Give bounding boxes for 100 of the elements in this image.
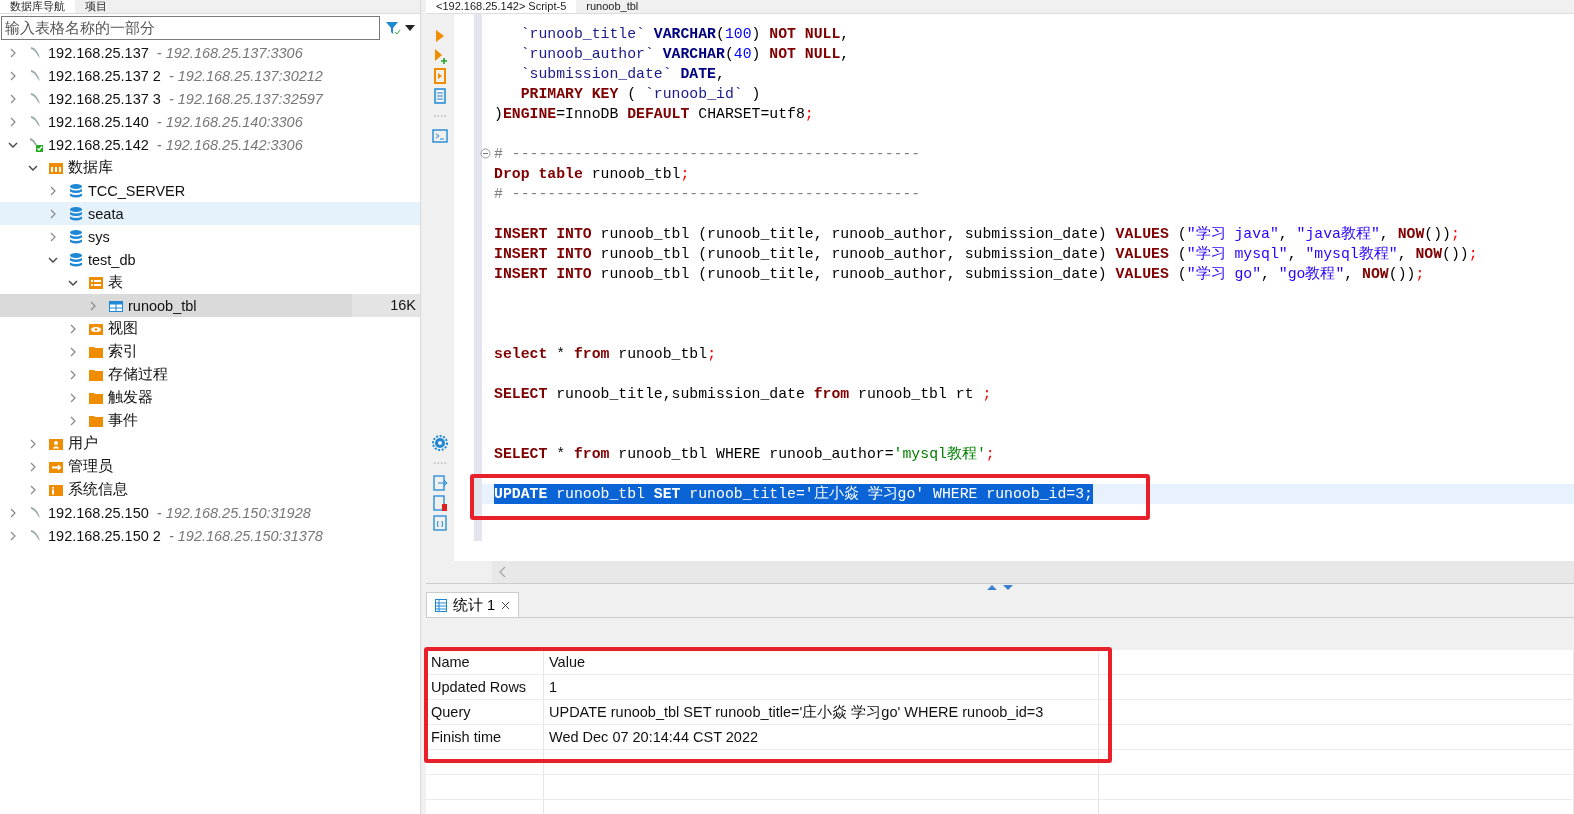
connection-address: - 192.168.25.137:32597 — [168, 90, 323, 107]
editor-tab[interactable]: <192.168.25.142> Script-5 — [426, 0, 577, 13]
export-icon[interactable] — [432, 475, 448, 491]
tree-item-label: 192.168.25.142 — [48, 136, 149, 153]
tree-item[interactable]: 192.168.25.142 - 192.168.25.142:3306 — [0, 133, 420, 156]
document-error-icon[interactable] — [432, 495, 448, 511]
column-header: Name — [426, 650, 544, 674]
chevron-right-icon[interactable] — [28, 438, 38, 449]
tree-item-label: 192.168.25.137 — [48, 44, 149, 61]
tree-item[interactable]: 192.168.25.150 - 192.168.25.150:31928 — [0, 501, 420, 524]
tree-item[interactable]: seata — [0, 202, 420, 225]
tree-item[interactable]: sys — [0, 225, 420, 248]
tree-item-label: 视图 — [108, 319, 138, 338]
tree-item[interactable]: 192.168.25.150 2 - 192.168.25.150:31378 — [0, 524, 420, 547]
chevron-right-icon[interactable] — [48, 185, 58, 196]
tree-item[interactable]: 192.168.25.140 - 192.168.25.140:3306 — [0, 110, 420, 133]
connection-address: - 192.168.25.150:31378 — [168, 527, 323, 544]
tree-item[interactable]: 数据库 — [0, 156, 420, 179]
tree-item[interactable]: TCC_SERVER — [0, 179, 420, 202]
code-line: `submission_date` DATE, — [519, 65, 725, 84]
grid-icon — [435, 598, 447, 612]
connection-address: - 192.168.25.142:3306 — [156, 136, 303, 153]
tree-item-label: 192.168.25.150 2 — [48, 527, 161, 544]
tree-item-label: 事件 — [108, 411, 138, 430]
tree-item[interactable]: 存储过程 — [0, 363, 420, 386]
code-line: SELECT runoob_title,submission_date from runoob_tbl rt ; — [494, 385, 992, 404]
tree-item[interactable]: runoob_tbl 16K — [0, 294, 420, 317]
code-line: Drop table runoob_tbl; — [494, 165, 690, 184]
chevron-right-icon[interactable] — [28, 484, 38, 495]
tree-item[interactable]: 触发器 — [0, 386, 420, 409]
chevron-right-icon[interactable] — [8, 530, 18, 541]
tree-item[interactable]: 事件 — [0, 409, 420, 432]
chevron-right-icon[interactable] — [48, 231, 58, 242]
tree-item[interactable]: 表 — [0, 271, 420, 294]
tree-item-label: 192.168.25.137 2 — [48, 67, 161, 84]
chevron-right-icon[interactable] — [8, 47, 18, 58]
tree-item[interactable]: 视图 — [0, 317, 420, 340]
table-folder-icon — [88, 274, 104, 291]
tree-item-label: 索引 — [108, 342, 138, 361]
column-header: Value — [544, 650, 1099, 674]
code-line: # ---------------------------------------------- — [494, 185, 921, 204]
database-icon — [68, 182, 84, 199]
code-line: `runoob_title` VARCHAR(100) NOT NULL, — [519, 25, 850, 44]
chevron-right-icon[interactable] — [28, 461, 38, 472]
tree-item[interactable]: 索引 — [0, 340, 420, 363]
tree-item-label: 用户 — [68, 434, 98, 453]
chevron-right-icon[interactable] — [8, 116, 18, 127]
tree-item-label: 系统信息 — [68, 480, 128, 499]
panel-tab[interactable]: 数据库导航 — [0, 0, 75, 13]
tree-item[interactable]: 192.168.25.137 2 - 192.168.25.137:30212 — [0, 64, 420, 87]
database-icon — [68, 228, 84, 245]
settings-icon[interactable] — [432, 435, 448, 451]
chevron-right-icon[interactable] — [8, 507, 18, 518]
tree-item-label: 触发器 — [108, 388, 153, 407]
terminal-icon[interactable] — [432, 128, 448, 144]
tree-item-label: 表 — [108, 273, 123, 292]
tree-item[interactable]: 192.168.25.137 - 192.168.25.137:3306 — [0, 41, 420, 64]
tree-item[interactable]: 用户 — [0, 432, 420, 455]
code-line: select * from runoob_tbl; — [494, 345, 717, 364]
panel-tab[interactable]: 项目 — [75, 0, 117, 13]
chevron-right-icon[interactable] — [68, 415, 78, 426]
tree-item-label: sys — [88, 228, 110, 245]
tree-item[interactable]: 管理员 — [0, 455, 420, 478]
tree-item[interactable]: test_db — [0, 248, 420, 271]
close-icon[interactable] — [501, 600, 511, 610]
tree-item-label: TCC_SERVER — [88, 182, 186, 199]
table-filter-field[interactable]: 输入表格名称的一部分 — [1, 16, 380, 40]
tree-item-label: seata — [88, 205, 124, 222]
chevron-right-icon[interactable] — [8, 93, 18, 104]
chevron-right-icon[interactable] — [88, 300, 98, 311]
dropdown-caret-icon[interactable] — [405, 25, 415, 31]
script-run-icon[interactable] — [432, 68, 448, 84]
connection-address: - 192.168.25.137:3306 — [156, 44, 303, 61]
tree-item[interactable]: 192.168.25.137 3 - 192.168.25.137:32597 — [0, 87, 420, 110]
chevron-right-icon[interactable] — [68, 369, 78, 380]
table-cell: 1 — [544, 675, 1099, 699]
tree-item-label: test_db — [88, 251, 136, 268]
collapse-icon[interactable] — [480, 148, 491, 159]
code-line: # ---------------------------------------------- — [494, 145, 921, 164]
table-cell: Wed Dec 07 20:14:44 CST 2022 — [544, 725, 1099, 749]
code-line: INSERT INTO runoob_tbl (runoob_title, runoob_author, submission_date) VALUES ("学习 go", "go教程", NOW()); — [494, 265, 1425, 284]
table-cell: UPDATE runoob_tbl SET runoob_title='庄小焱 学习go' WHERE runoob_id=3 — [544, 700, 1099, 724]
chevron-right-icon[interactable] — [68, 323, 78, 334]
document-icon[interactable] — [432, 88, 448, 104]
results-tab[interactable]: 统计 1 — [426, 592, 520, 617]
tree-item-label: 管理员 — [68, 457, 113, 476]
run-add-icon[interactable] — [432, 48, 448, 64]
code-line: `runoob_author` VARCHAR(40) NOT NULL, — [519, 45, 850, 64]
scroll-left-icon[interactable] — [498, 566, 506, 578]
chevron-right-icon[interactable] — [8, 70, 18, 81]
code-line: )ENGINE=InnoDB DEFAULT CHARSET=utf8; — [494, 105, 814, 124]
chevron-right-icon[interactable] — [68, 346, 78, 357]
filter-icon[interactable] — [385, 20, 401, 36]
variables-icon[interactable] — [432, 515, 448, 531]
tree-item-label: 192.168.25.150 — [48, 504, 149, 521]
chevron-right-icon[interactable] — [48, 208, 58, 219]
tree-item-label: 192.168.25.137 3 — [48, 90, 161, 107]
tree-item[interactable]: 系统信息 — [0, 478, 420, 501]
chevron-right-icon[interactable] — [68, 392, 78, 403]
editor-tab[interactable]: runoob_tbl — [576, 0, 649, 13]
